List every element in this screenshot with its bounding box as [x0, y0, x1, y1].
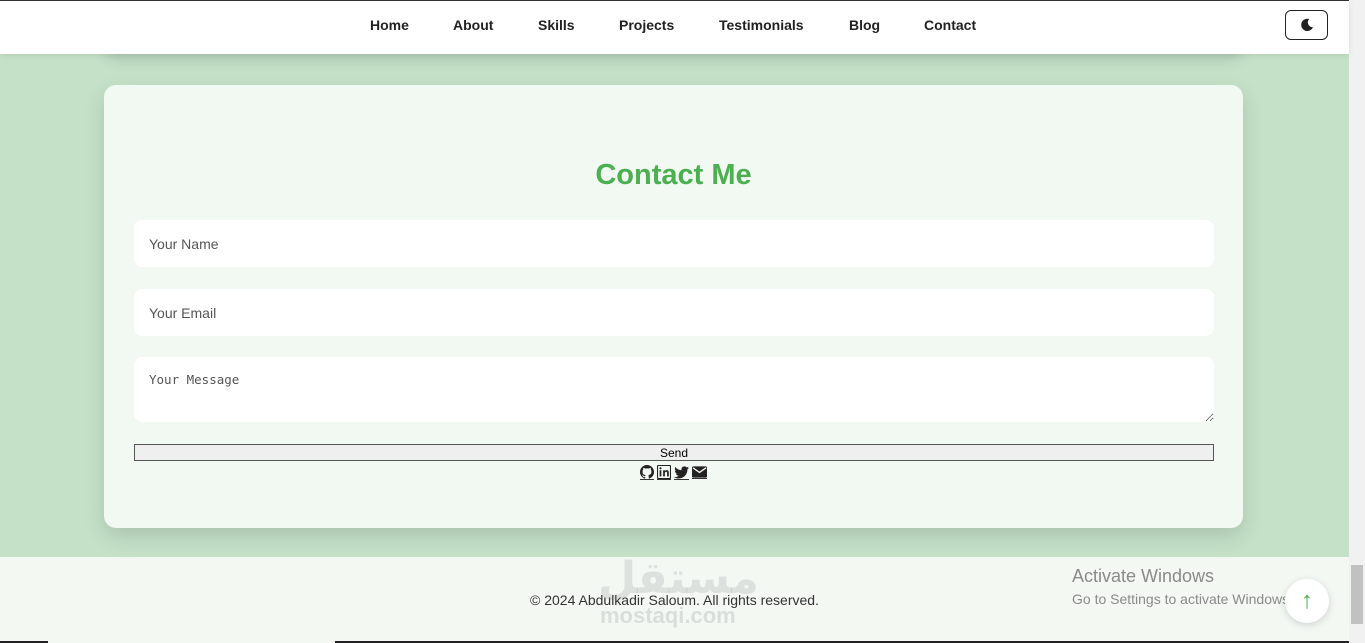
scrollbar-thumb[interactable] — [1351, 565, 1363, 624]
nav-testimonials[interactable]: Testimonials — [719, 17, 804, 33]
watermark-logo-latin: mostaqi.com — [600, 603, 736, 628]
nav-projects[interactable]: Projects — [619, 17, 674, 33]
github-icon — [640, 465, 654, 479]
arrow-up-icon: ↑ — [1301, 587, 1313, 614]
contact-section: Contact Me Send — [104, 85, 1243, 528]
nav-about[interactable]: About — [453, 17, 493, 33]
nav-home[interactable]: Home — [370, 17, 409, 33]
linkedin-link[interactable] — [657, 465, 671, 480]
linkedin-icon — [657, 465, 671, 479]
activate-windows-subtitle: Go to Settings to activate Windows. — [1072, 591, 1293, 607]
nav-skills[interactable]: Skills — [538, 17, 575, 33]
activate-windows-title: Activate Windows — [1072, 566, 1215, 586]
send-button[interactable]: Send — [134, 444, 1214, 461]
github-link[interactable] — [640, 465, 654, 480]
name-input[interactable] — [134, 220, 1214, 267]
twitter-icon — [674, 465, 689, 478]
email-link[interactable] — [692, 466, 707, 479]
twitter-link[interactable] — [674, 465, 689, 480]
back-to-top-button[interactable]: ↑ — [1285, 579, 1329, 623]
envelope-icon — [692, 466, 707, 478]
scrollbar-track[interactable] — [1349, 0, 1365, 643]
watermark-logo-arabic: مستقل — [598, 553, 759, 604]
email-input[interactable] — [134, 289, 1214, 336]
nav-links: Home About Skills Projects Testimonials … — [0, 0, 1365, 53]
contact-title: Contact Me — [595, 159, 752, 191]
moon-icon — [1300, 18, 1313, 32]
message-textarea[interactable] — [134, 357, 1214, 422]
nav-contact[interactable]: Contact — [924, 17, 976, 33]
theme-toggle-button[interactable] — [1285, 10, 1328, 40]
social-links — [104, 465, 1243, 480]
nav-blog[interactable]: Blog — [849, 17, 880, 33]
